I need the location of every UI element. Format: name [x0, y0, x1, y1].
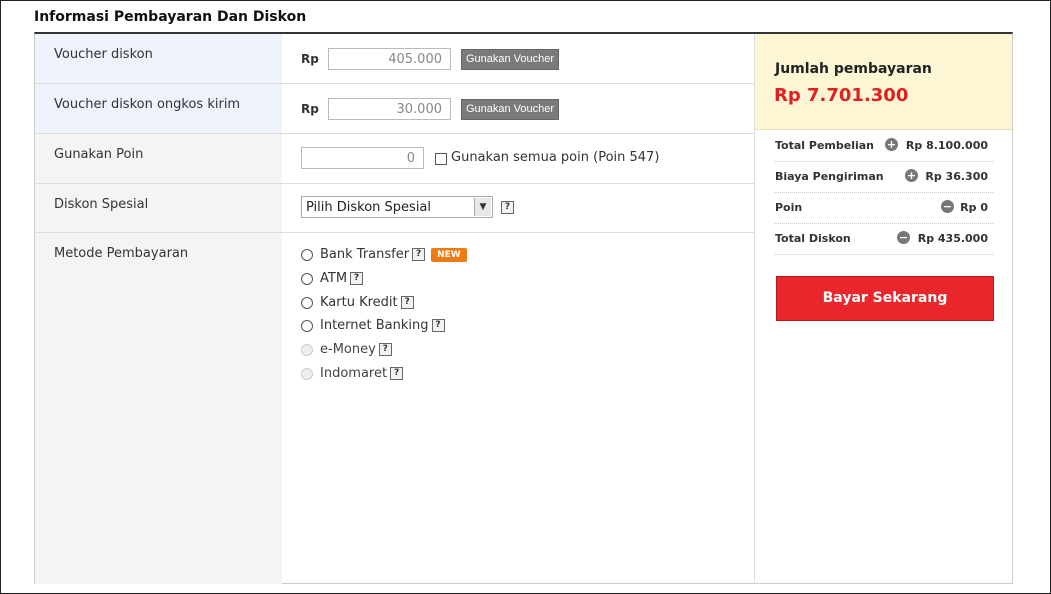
use-voucher-button[interactable]: Gunakan Voucher: [461, 49, 559, 70]
shipping-voucher-input[interactable]: [328, 98, 451, 120]
chevron-down-icon: ▼: [474, 198, 491, 216]
summary-row-discount: Total Diskon − Rp 435.000: [775, 224, 993, 255]
payment-method-label: Metode Pembayaran: [35, 233, 282, 584]
voucher-label: Voucher diskon: [35, 34, 282, 83]
payment-option-bank-transfer[interactable]: Bank Transfer? NEW: [301, 247, 467, 265]
option-label: e-Money: [320, 342, 376, 357]
shipping-voucher-label: Voucher diskon ongkos kirim: [35, 84, 282, 133]
special-discount-label: Diskon Spesial: [35, 184, 282, 232]
help-icon[interactable]: ?: [390, 367, 404, 380]
summary-row-points: Poin − Rp 0: [775, 193, 993, 224]
total-value: Rp 7.701.300: [774, 85, 909, 106]
shipping-voucher-row: Voucher diskon ongkos kirim Rp Gunakan V…: [35, 84, 755, 134]
option-label: Internet Banking: [320, 318, 429, 333]
option-label: Bank Transfer: [320, 247, 410, 262]
plus-icon: +: [885, 138, 898, 151]
help-icon[interactable]: ?: [431, 319, 445, 332]
help-icon[interactable]: ?: [350, 272, 364, 285]
help-icon[interactable]: ?: [378, 343, 392, 356]
minus-icon: −: [897, 231, 910, 244]
summary-value: Rp 0: [960, 201, 988, 214]
use-shipping-voucher-button[interactable]: Gunakan Voucher: [461, 99, 559, 120]
payment-method-options: Bank Transfer? NEW ATM? Kartu Kredit? Int…: [282, 233, 755, 584]
summary-value: Rp 36.300: [925, 170, 988, 183]
special-discount-row: Diskon Spesial Pilih Diskon Spesial ▼ ?: [35, 184, 755, 233]
radio-credit-card[interactable]: [301, 296, 313, 309]
summary-label: Total Diskon: [775, 232, 851, 245]
summary-row-shipping: Biaya Pengiriman + Rp 36.300: [775, 162, 993, 193]
special-discount-field: Pilih Diskon Spesial ▼ ?: [282, 184, 755, 232]
radio-internet-banking[interactable]: [301, 319, 313, 332]
pay-now-button[interactable]: Bayar Sekarang: [776, 276, 994, 321]
special-discount-select[interactable]: Pilih Diskon Spesial ▼: [301, 196, 493, 218]
voucher-row: Voucher diskon Rp Gunakan Voucher: [35, 34, 755, 84]
payment-option-credit-card[interactable]: Kartu Kredit?: [301, 295, 414, 313]
use-all-points-label: Gunakan semua poin (Poin 547): [451, 150, 660, 165]
payment-option-atm[interactable]: ATM?: [301, 271, 364, 289]
special-discount-selected: Pilih Diskon Spesial: [306, 200, 432, 215]
radio-atm[interactable]: [301, 272, 313, 285]
payment-panel: Voucher diskon Rp Gunakan Voucher Vouche…: [34, 32, 1013, 584]
shipping-voucher-field: Rp Gunakan Voucher: [282, 84, 755, 133]
radio-bank-transfer[interactable]: [301, 248, 313, 261]
option-label: Indomaret: [320, 366, 388, 381]
option-label: ATM: [320, 271, 348, 286]
summary-value: Rp 435.000: [917, 232, 988, 245]
summary-label: Biaya Pengiriman: [775, 170, 884, 183]
voucher-input[interactable]: [328, 48, 451, 70]
option-label: Kartu Kredit: [320, 295, 398, 310]
new-badge: NEW: [431, 247, 467, 262]
points-row: Gunakan Poin Gunakan semua poin (Poin 54…: [35, 134, 755, 184]
summary-value: Rp 8.100.000: [905, 139, 988, 152]
summary-row-purchase: Total Pembelian + Rp 8.100.000: [775, 131, 993, 162]
voucher-currency: Rp: [301, 52, 319, 66]
points-input[interactable]: [301, 147, 424, 169]
summary-label: Poin: [775, 201, 803, 214]
minus-icon: −: [941, 200, 954, 213]
summary-label: Total Pembelian: [775, 139, 874, 152]
help-icon[interactable]: ?: [501, 201, 514, 214]
total-label: Jumlah pembayaran: [775, 61, 932, 77]
radio-e-money: [301, 343, 313, 356]
page-title: Informasi Pembayaran Dan Diskon: [34, 9, 307, 25]
payment-option-e-money: e-Money?: [301, 342, 392, 360]
points-label: Gunakan Poin: [35, 134, 282, 183]
help-icon[interactable]: ?: [400, 296, 414, 309]
summary-column: Jumlah pembayaran Rp 7.701.300 Total Pem…: [755, 34, 1012, 584]
shipping-voucher-currency: Rp: [301, 102, 319, 116]
voucher-field: Rp Gunakan Voucher: [282, 34, 755, 83]
points-field: Gunakan semua poin (Poin 547): [282, 134, 755, 183]
form-column: Voucher diskon Rp Gunakan Voucher Vouche…: [35, 34, 755, 584]
payment-option-indomaret: Indomaret?: [301, 366, 404, 384]
total-box: Jumlah pembayaran Rp 7.701.300: [755, 34, 1012, 130]
plus-icon: +: [905, 169, 918, 182]
payment-option-internet-banking[interactable]: Internet Banking?: [301, 318, 445, 336]
use-all-points-checkbox[interactable]: [435, 153, 447, 165]
radio-indomaret: [301, 367, 313, 380]
help-icon[interactable]: ?: [412, 248, 426, 261]
